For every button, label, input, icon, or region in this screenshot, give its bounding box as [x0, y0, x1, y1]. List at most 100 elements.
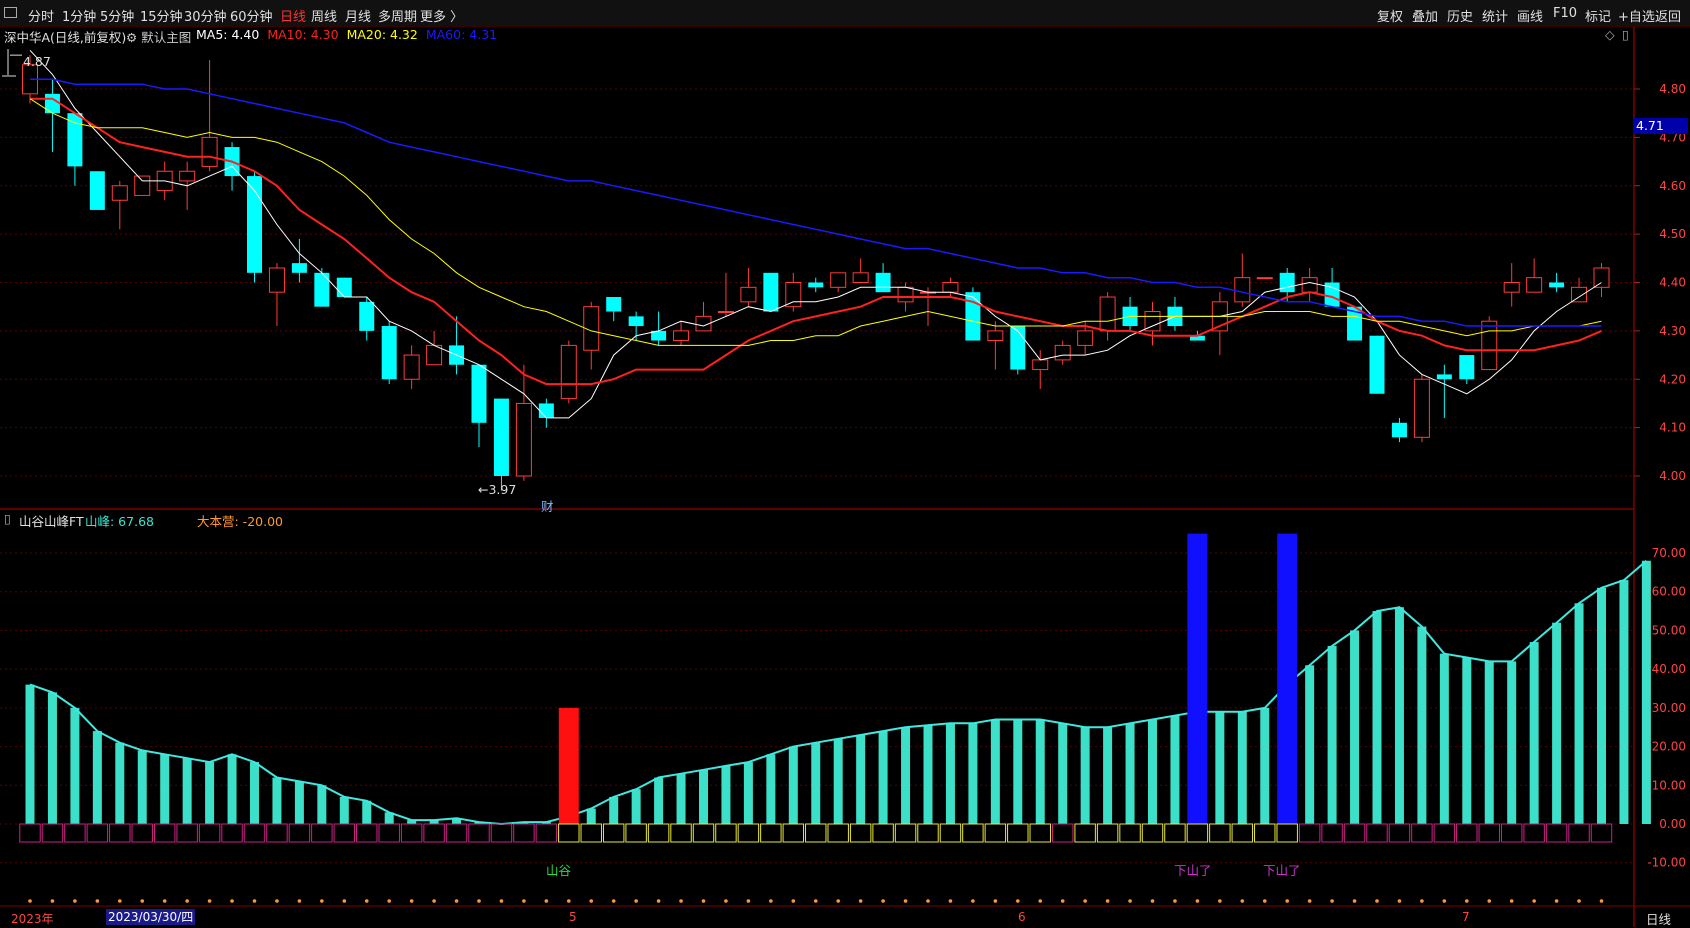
tool-5[interactable]: F10 — [1553, 6, 1577, 21]
dot-70 — [1599, 899, 1604, 903]
ma-legend-1: MA10: 4.30 — [267, 27, 339, 42]
tab-0[interactable]: 分时 — [28, 6, 54, 25]
base-box-3 — [86, 823, 109, 843]
down-bar-1 — [1277, 533, 1298, 824]
tab-9[interactable]: 多周期 — [378, 6, 417, 25]
tool-1[interactable]: 叠加 — [1412, 6, 1438, 25]
dot-52 — [1195, 899, 1200, 903]
peak-bar-66 — [1507, 661, 1517, 824]
dot-62 — [1420, 899, 1424, 903]
tab-1[interactable]: 1分钟 — [62, 6, 96, 25]
candle-body-43 — [987, 330, 1004, 342]
diamond-icon[interactable]: ◇ — [1605, 27, 1615, 42]
dot-32 — [746, 899, 751, 903]
dot-34 — [791, 899, 796, 903]
chart-title: 深中华A(日线,前复权) — [4, 30, 127, 45]
indicator-name[interactable]: 山谷山峰FT — [19, 511, 84, 530]
tool-6[interactable]: 标记 — [1585, 6, 1611, 25]
dot-44 — [1016, 899, 1020, 903]
peak-bar-6 — [160, 754, 170, 824]
dot-16 — [387, 899, 392, 903]
dot-51 — [1173, 899, 1177, 903]
tab-4[interactable]: 30分钟 — [184, 6, 227, 25]
candle-body-27 — [628, 316, 644, 327]
panel-toggle-icon[interactable]: ▯ — [1622, 27, 1629, 42]
base-box-10 — [243, 823, 266, 843]
peak-bar-38 — [878, 731, 888, 824]
ind-tick-1: 60.00 — [1652, 585, 1686, 599]
main-tick-5: 4.30 — [1659, 324, 1686, 338]
dot-47 — [1083, 899, 1087, 903]
dot-23 — [544, 899, 549, 903]
candle-body-17 — [403, 354, 420, 380]
tool-2[interactable]: 历史 — [1447, 6, 1473, 25]
candle-body-61 — [1391, 422, 1407, 438]
tab-5[interactable]: 60分钟 — [230, 6, 273, 25]
template-selector[interactable]: ⚙ 默认主图 — [126, 27, 191, 46]
base-box-46 — [1051, 823, 1074, 843]
base-box-27 — [625, 823, 647, 843]
candle-body-20 — [471, 364, 487, 423]
base-box-67 — [1523, 823, 1545, 843]
peak-bar-33 — [766, 754, 776, 824]
dot-30 — [701, 899, 706, 903]
financial-marker[interactable]: 财 — [541, 496, 554, 515]
gear-icon: ⚙ — [126, 30, 138, 45]
period-label[interactable]: 日线 — [1646, 909, 1671, 928]
peak-bar-11 — [272, 777, 282, 824]
dot-12 — [297, 899, 302, 903]
base-box-53 — [1209, 823, 1231, 843]
tab-6[interactable]: 日线 — [280, 6, 306, 25]
menu-icon[interactable] — [4, 7, 17, 18]
peak-bar-28 — [654, 777, 664, 824]
tool-4[interactable]: 画线 — [1517, 6, 1543, 25]
main-tick-7: 4.10 — [1659, 421, 1686, 435]
dot-41 — [948, 899, 953, 903]
valley-bar-0 — [558, 707, 579, 824]
tool-7[interactable]: +自选 — [1618, 6, 1655, 25]
dot-69 — [1577, 899, 1581, 903]
tool-0[interactable]: 复权 — [1377, 6, 1403, 25]
tab-2[interactable]: 5分钟 — [100, 6, 134, 25]
dot-68 — [1554, 899, 1559, 903]
base-box-11 — [266, 823, 288, 843]
candle-body-29 — [673, 330, 690, 342]
tab-8[interactable]: 月线 — [345, 6, 371, 25]
peak-bar-62 — [1417, 626, 1427, 824]
dot-66 — [1509, 899, 1514, 903]
peak-bar-48 — [1103, 727, 1113, 824]
base-box-20 — [468, 823, 490, 843]
base-box-48 — [1096, 823, 1119, 843]
peak-bar-50 — [1148, 719, 1157, 824]
tool-8[interactable]: 返回 — [1655, 6, 1681, 25]
ind-tick-7: 0.00 — [1659, 817, 1686, 831]
date-year: 2023年 — [11, 912, 54, 926]
tab-10[interactable]: 更多 〉 — [420, 6, 463, 25]
tool-3[interactable]: 统计 — [1482, 6, 1508, 25]
peak-bar-35 — [811, 742, 821, 824]
peak-bar-60 — [1372, 611, 1382, 824]
peak-bar-70 — [1597, 587, 1606, 824]
dot-5 — [140, 899, 145, 903]
peak-bar-2 — [70, 707, 80, 824]
toolbar: 分时 1分钟 5分钟 15分钟 30分钟 60分钟 日线 周线 月线 多周期 更多 〉 复权 叠加 历史… — [0, 0, 1690, 27]
base-box-37 — [849, 823, 872, 843]
peak-bar-45 — [1035, 719, 1045, 824]
indicator-toggle-icon[interactable]: ▯ — [4, 511, 11, 526]
dot-1 — [50, 899, 55, 903]
candle-body-44 — [1010, 326, 1026, 370]
high-price-label: 4.87 — [23, 54, 51, 69]
base-box-60 — [1366, 823, 1388, 843]
peak-bar-46 — [1058, 723, 1068, 824]
base-box-26 — [602, 823, 625, 843]
template-label: 默认主图 — [141, 30, 192, 45]
base-box-61 — [1388, 823, 1411, 843]
peak-bar-44 — [1013, 719, 1023, 824]
dot-4 — [118, 899, 122, 903]
candle-body-23 — [538, 403, 554, 418]
tab-3[interactable]: 15分钟 — [140, 6, 183, 25]
dot-40 — [926, 899, 930, 903]
tab-7[interactable]: 周线 — [311, 6, 337, 25]
base-box-50 — [1141, 823, 1164, 843]
candle-body-64 — [1459, 355, 1475, 380]
